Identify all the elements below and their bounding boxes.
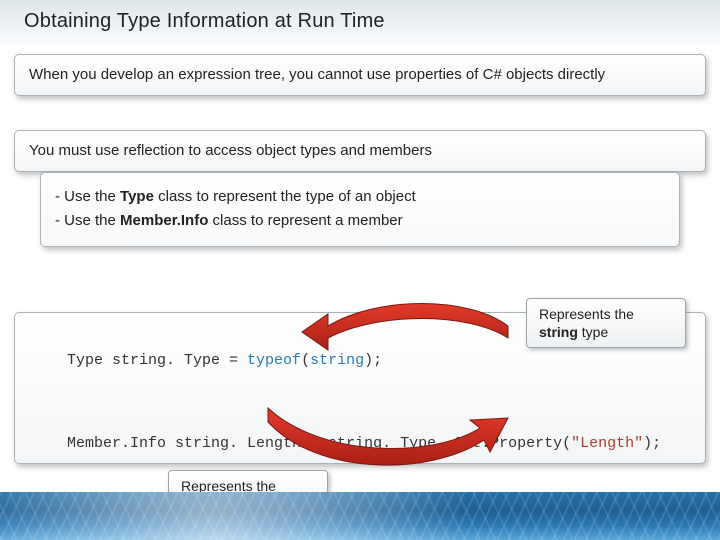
panel-bullets: - Use the Type class to represent the ty… (40, 172, 680, 247)
slide-title: Obtaining Type Information at Run Time (24, 10, 696, 33)
callout-right-post: type (578, 324, 608, 340)
intro-text: When you develop an expression tree, you… (29, 66, 605, 83)
code-l1-t2: ( (301, 352, 310, 369)
code-l1-t3: ); (364, 352, 382, 369)
panel-reflection: You must use reflection to access object… (14, 130, 706, 172)
code-line-2: Member.Info string. Length = string. Typ… (31, 414, 689, 475)
code-l2-t2: ); (643, 435, 661, 452)
bullet-2: - Use the Member.Info class to represent… (55, 211, 665, 231)
code-l2-t1: Member.Info string. Length = string. Typ… (67, 435, 571, 452)
bullet-1-pre: - Use the (55, 188, 120, 205)
code-l1-t1: Type string. Type = (67, 352, 247, 369)
bullet-2-bold: Member.Info (120, 212, 208, 229)
bullet-1-bold: Type (120, 188, 154, 205)
bullet-2-post: class to represent a member (208, 212, 402, 229)
reflect-text: You must use reflection to access object… (29, 142, 432, 159)
bullet-1: - Use the Type class to represent the ty… (55, 187, 665, 207)
bullet-2-pre: - Use the (55, 212, 120, 229)
callout-string-type: Represents the string type (526, 298, 686, 348)
panel-intro: When you develop an expression tree, you… (14, 54, 706, 96)
code-l2-str: "Length" (571, 435, 643, 452)
callout-right-pre: Represents the (539, 306, 634, 322)
callout-right-bold: string (539, 324, 578, 340)
code-l1-kw: typeof (247, 352, 301, 369)
bullet-1-post: class to represent the type of an object (154, 188, 416, 205)
footer-band (0, 492, 720, 540)
code-l1-kw2: string (310, 352, 364, 369)
